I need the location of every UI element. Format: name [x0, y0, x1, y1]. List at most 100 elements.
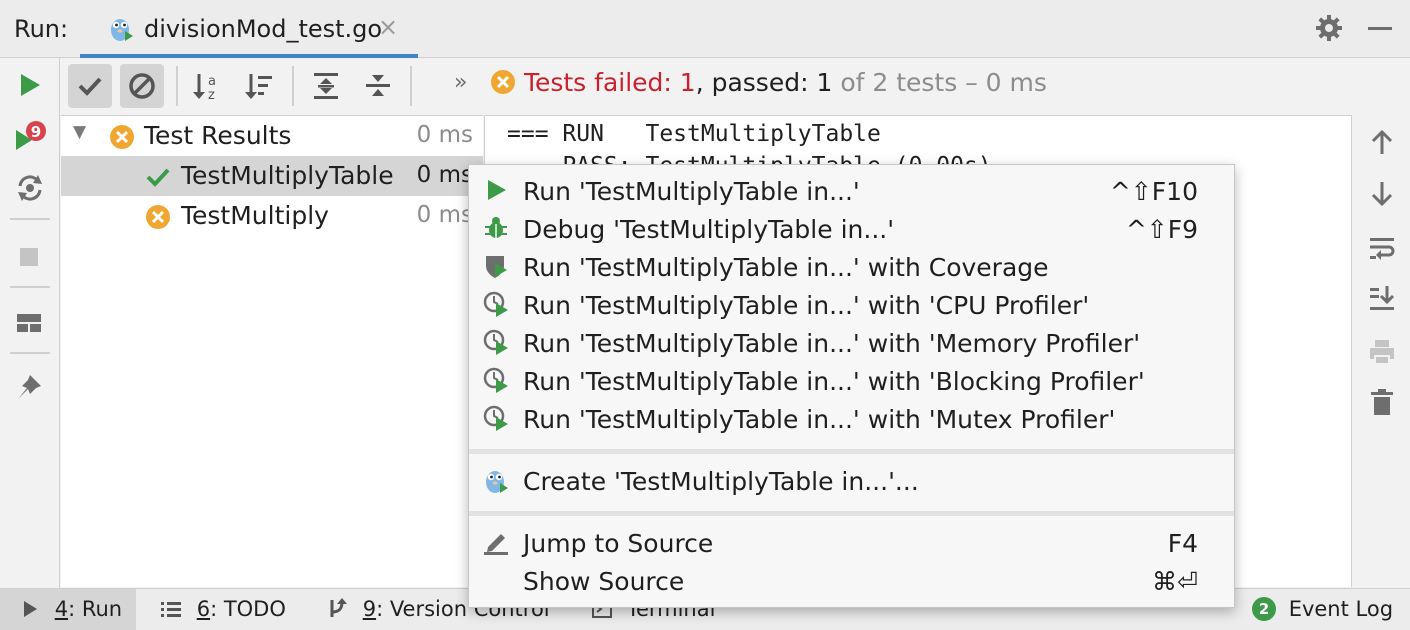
profiler-icon — [483, 367, 509, 399]
print-icon[interactable] — [1367, 337, 1397, 373]
expand-triangle-icon[interactable]: ▼ — [73, 122, 86, 142]
rerun-failed-icon[interactable]: 9 — [14, 120, 48, 158]
show-passed-icon[interactable] — [68, 64, 112, 108]
tab-event-log[interactable]: 2 Event Log — [1252, 589, 1393, 630]
trash-icon[interactable] — [1367, 387, 1397, 423]
menu-item-label: Run 'TestMultiplyTable in...' — [523, 177, 860, 206]
tab-title: divisionMod_test.go — [144, 15, 383, 43]
tree-item-time: 0 ms — [416, 202, 473, 228]
tab-run-number: 4 — [54, 597, 69, 621]
tab-vc-number: 9 — [362, 597, 377, 621]
menu-item-shortcut: ^⇧F10 — [1109, 177, 1198, 206]
run-tab-icon — [22, 597, 45, 621]
menu-item-label: Jump to Source — [523, 529, 714, 558]
menu-item-run-mutex-profiler[interactable]: Run 'TestMultiplyTable in...' with 'Mute… — [469, 400, 1234, 438]
tree-item-testmultiplytable[interactable]: TestMultiplyTable 0 ms — [61, 156, 483, 196]
soft-wrap-icon[interactable] — [1367, 233, 1397, 269]
separator — [410, 66, 412, 106]
menu-item-jump-to-source[interactable]: Jump to Source F4 — [469, 524, 1234, 562]
test-toolbar: az » Tests failed: 1, passed: 1 of 2 tes… — [60, 58, 1410, 114]
separator — [10, 352, 50, 354]
menu-item-run-with-coverage[interactable]: Run 'TestMultiplyTable in...' with Cover… — [469, 248, 1234, 286]
menu-item-show-source[interactable]: Show Source ⌘⏎ — [469, 562, 1234, 600]
run-icon — [483, 177, 509, 209]
passed-check-icon — [145, 164, 171, 196]
profiler-icon — [483, 329, 509, 361]
tree-item-label: TestMultiplyTable — [181, 161, 394, 190]
show-ignored-icon[interactable] — [120, 64, 164, 108]
gopher-icon — [108, 14, 134, 48]
run-label: Run: — [14, 15, 69, 43]
run-tool-window-header: Run: divisionMod_test.go × — [0, 0, 1410, 58]
list-icon — [160, 597, 189, 621]
profiler-icon — [483, 291, 509, 323]
minimize-icon[interactable] — [1368, 27, 1392, 30]
gear-icon[interactable] — [1314, 13, 1344, 49]
arrow-down-icon[interactable] — [1367, 179, 1397, 215]
tree-root[interactable]: ▼ Test Results 0 ms — [61, 116, 483, 156]
passed-count: 1 — [816, 68, 833, 97]
menu-item-label: Debug 'TestMultiplyTable in...' — [523, 215, 895, 244]
menu-separator — [469, 449, 1234, 454]
failed-icon — [145, 204, 171, 236]
collapse-all-icon[interactable] — [356, 64, 400, 108]
menu-item-label: Run 'TestMultiplyTable in...' with 'Bloc… — [523, 367, 1145, 396]
tab-divisionmod-test[interactable]: divisionMod_test.go × — [80, 0, 418, 58]
menu-separator — [469, 511, 1234, 516]
tab-run[interactable]: 4: Run — [0, 589, 136, 630]
menu-item-label: Show Source — [523, 567, 685, 596]
menu-item-shortcut: F4 — [1167, 529, 1198, 558]
console-line: === RUN TestMultiplyTable — [507, 121, 881, 147]
stop-icon[interactable] — [14, 242, 44, 278]
tab-todo-label: : TODO — [210, 597, 286, 621]
tab-event-log-label: Event Log — [1288, 597, 1394, 621]
coverage-icon — [483, 253, 509, 285]
arrow-up-icon[interactable] — [1367, 127, 1397, 163]
total-label: of 2 tests – 0 ms — [832, 68, 1047, 97]
menu-item-label: Create 'TestMultiplyTable in...'... — [523, 467, 919, 496]
menu-item-run[interactable]: Run 'TestMultiplyTable in...' ^⇧F10 — [469, 172, 1234, 210]
menu-item-label: Run 'TestMultiplyTable in...' with 'Memo… — [523, 329, 1141, 358]
failed-count: 1 — [679, 68, 696, 97]
menu-item-run-blocking-profiler[interactable]: Run 'TestMultiplyTable in...' with 'Bloc… — [469, 362, 1234, 400]
scroll-to-end-icon[interactable] — [1367, 283, 1397, 319]
menu-item-create-configuration[interactable]: Create 'TestMultiplyTable in...'... — [469, 462, 1234, 500]
sort-by-duration-icon[interactable] — [238, 64, 282, 108]
menu-item-label: Run 'TestMultiplyTable in...' with 'Mute… — [523, 405, 1116, 434]
tab-todo-number: 6 — [196, 597, 211, 621]
svg-text:z: z — [208, 88, 215, 103]
profiler-icon — [483, 405, 509, 437]
menu-item-run-cpu-profiler[interactable]: Run 'TestMultiplyTable in...' with 'CPU … — [469, 286, 1234, 324]
pencil-icon — [483, 529, 509, 561]
tab-run-label: : Run — [68, 597, 123, 621]
sort-alphabetically-icon[interactable]: az — [186, 64, 230, 108]
menu-item-label: Run 'TestMultiplyTable in...' with Cover… — [523, 253, 1049, 282]
test-results-tree: ▼ Test Results 0 ms TestMultiplyTable 0 … — [61, 115, 483, 587]
failed-icon — [109, 124, 135, 156]
close-icon[interactable]: × — [378, 13, 398, 41]
pin-icon[interactable] — [14, 372, 44, 408]
tree-item-time: 0 ms — [416, 162, 473, 188]
svg-text:9: 9 — [31, 123, 41, 141]
gopher-icon — [483, 467, 509, 501]
separator — [10, 286, 50, 288]
menu-item-shortcut: ^⇧F9 — [1125, 215, 1198, 244]
event-count-badge: 2 — [1252, 597, 1276, 621]
toggle-autotest-icon[interactable] — [14, 172, 46, 210]
tree-item-testmultiply[interactable]: TestMultiply 0 ms — [61, 196, 483, 236]
right-toolbar — [1351, 115, 1410, 587]
separator — [292, 66, 294, 106]
left-toolbar: 9 — [0, 58, 60, 588]
more-actions-icon[interactable]: » — [454, 70, 467, 95]
layout-icon[interactable] — [14, 308, 44, 344]
tree-root-time: 0 ms — [416, 122, 473, 148]
separator — [176, 66, 178, 106]
failed-icon — [491, 70, 515, 94]
menu-item-debug[interactable]: Debug 'TestMultiplyTable in...' ^⇧F9 — [469, 210, 1234, 248]
expand-all-icon[interactable] — [304, 64, 348, 108]
failed-label: Tests failed: — [523, 68, 680, 97]
tab-todo[interactable]: 6: TODO — [160, 589, 286, 630]
menu-item-run-memory-profiler[interactable]: Run 'TestMultiplyTable in...' with 'Memo… — [469, 324, 1234, 362]
debug-icon — [483, 215, 509, 247]
rerun-icon[interactable] — [14, 70, 44, 106]
